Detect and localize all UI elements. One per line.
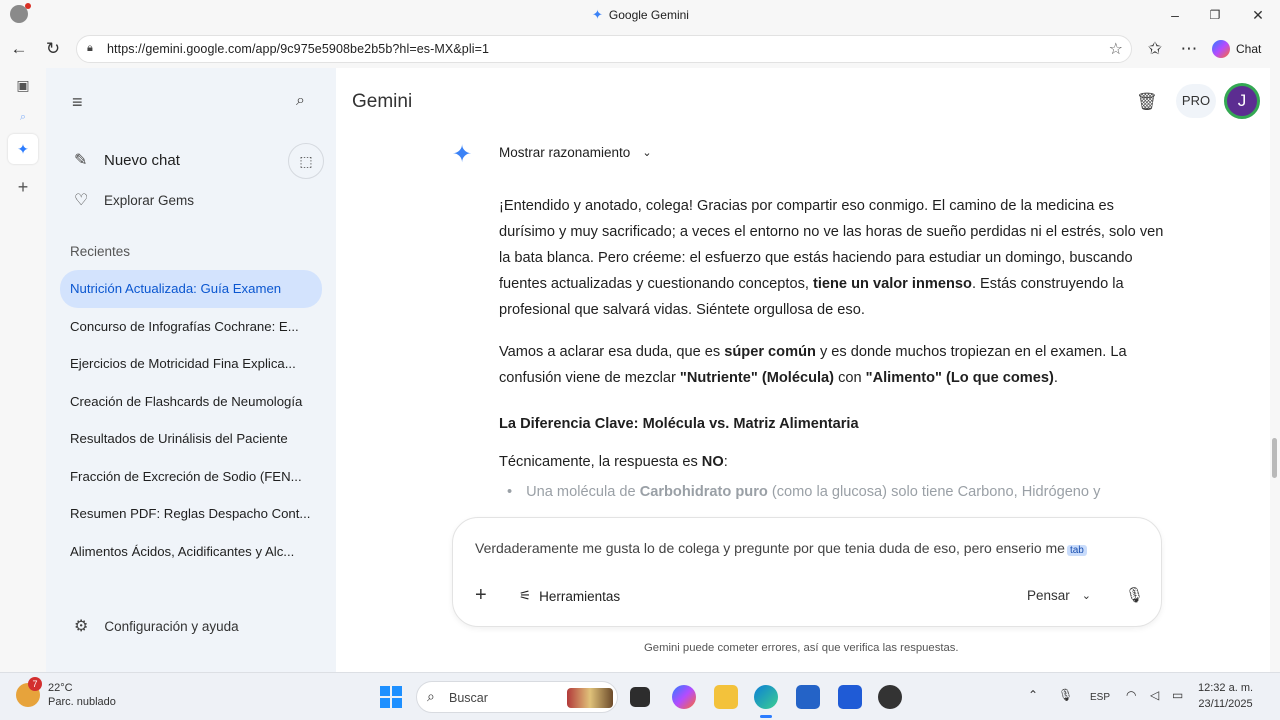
model-response: ¡Entendido y anotado, colega! Gracias po… xyxy=(499,193,1169,505)
active-app-indicator xyxy=(760,715,772,718)
menu-icon[interactable]: ≡ xyxy=(72,92,83,113)
wifi-icon[interactable]: ◠ xyxy=(1126,688,1136,702)
close-icon[interactable]: ✕ xyxy=(1243,4,1273,26)
system-clock[interactable]: 12:32 a. m. 23/11/2025 xyxy=(1198,680,1253,712)
taskbar-search[interactable]: ⌕ Buscar xyxy=(416,681,618,713)
rail-search-icon[interactable]: ⌕ xyxy=(8,102,38,132)
weather-desc: Parc. nublado xyxy=(48,696,116,708)
browser-titlebar: ✦ Google Gemini – ❐ ✕ xyxy=(0,0,1280,30)
rail-gemini-icon[interactable]: ✦ xyxy=(8,134,38,164)
response-heading: La Diferencia Clave: Molécula vs. Matriz… xyxy=(499,416,859,432)
copilot-icon xyxy=(1212,40,1230,58)
chevron-down-icon: ⌄ xyxy=(642,147,652,159)
gemini-favicon-icon: ✦ xyxy=(592,7,603,22)
pro-badge[interactable]: PRO xyxy=(1176,84,1216,118)
favorites-icon[interactable]: ✩ xyxy=(1144,38,1166,60)
address-bar[interactable]: 🔒︎ https://gemini.google.com/app/9c975e5… xyxy=(76,35,1132,63)
recent-heading: Recientes xyxy=(70,244,131,259)
search-icon[interactable]: ⌕ xyxy=(296,92,305,110)
browser-navbar: ← ↻ 🔒︎ https://gemini.google.com/app/9c9… xyxy=(0,30,1280,68)
microphone-icon[interactable]: 🎙︎ xyxy=(1125,586,1144,604)
recent-chat-item[interactable]: Fracción de Excreción de Sodio (FEN... xyxy=(60,458,322,496)
tab-actions-icon[interactable]: ▣ xyxy=(8,70,38,100)
tools-icon: ⚟ xyxy=(519,588,532,603)
edge-sidebar-rail: ▣ ⌕ ✦ + xyxy=(0,68,46,672)
chatgpt-icon[interactable] xyxy=(878,685,902,709)
scroll-thumb[interactable] xyxy=(1272,438,1277,478)
chevron-up-icon[interactable]: ⌃ xyxy=(1028,688,1038,702)
language-indicator[interactable]: ESP xyxy=(1090,692,1110,703)
temporary-chat-icon[interactable]: ⬚ xyxy=(288,143,324,179)
recent-chat-item[interactable]: Ejercicios de Motricidad Fina Explica... xyxy=(60,345,322,383)
gemini-sidebar: ≡ ⌕ ✎ Nuevo chat ⬚ ♡ Explorar Gems Recie… xyxy=(46,68,336,672)
prompt-composer[interactable]: Verdaderamente me gusta lo de colega y p… xyxy=(452,517,1162,627)
mode-select[interactable]: Pensar ⌄ xyxy=(1027,588,1091,603)
url-text[interactable]: https://gemini.google.com/app/9c975e5908… xyxy=(107,42,489,56)
store-icon[interactable] xyxy=(796,685,820,709)
add-file-icon[interactable]: + xyxy=(475,584,487,607)
copilot-chat-button[interactable]: Chat xyxy=(1212,36,1272,62)
back-icon[interactable]: ← xyxy=(8,38,30,60)
response-bullet: • Una molécula de Carbohidrato puro (com… xyxy=(499,479,1169,505)
app-icon[interactable] xyxy=(838,685,862,709)
recent-chat-item[interactable]: Nutrición Actualizada: Guía Examen xyxy=(60,270,322,308)
reload-icon[interactable]: ↻ xyxy=(42,38,64,60)
recent-chats-list: Nutrición Actualizada: Guía Examen Concu… xyxy=(60,270,322,570)
page-scrollbar[interactable] xyxy=(1270,68,1280,672)
response-paragraph: Vamos a aclarar esa duda, que es súper c… xyxy=(499,344,1127,386)
minimize-icon[interactable]: – xyxy=(1160,4,1190,26)
tools-button[interactable]: ⚟ Herramientas xyxy=(519,588,620,604)
avatar[interactable]: J xyxy=(1224,83,1260,119)
gem-sparkle-icon: ♡ xyxy=(74,192,89,209)
tab-title: ✦ Google Gemini xyxy=(592,7,689,22)
battery-icon[interactable]: ▭ xyxy=(1172,688,1183,702)
restore-icon[interactable]: ❐ xyxy=(1200,4,1230,26)
weather-icon: 7 xyxy=(16,677,42,707)
search-highlight-image xyxy=(567,688,613,708)
delete-chat-icon[interactable]: 🗑︎ xyxy=(1136,92,1158,112)
settings-help-button[interactable]: ⚙ Configuración y ayuda xyxy=(74,616,239,636)
new-chat-button[interactable]: ✎ Nuevo chat xyxy=(74,150,180,170)
recent-chat-item[interactable]: Resumen PDF: Reglas Despacho Cont... xyxy=(60,495,322,533)
recent-chat-item[interactable]: Concurso de Infografías Cochrane: E... xyxy=(60,308,322,346)
disclaimer-text: Gemini puede cometer errores, así que ve… xyxy=(644,642,959,654)
start-windows-icon[interactable] xyxy=(380,686,402,708)
autocomplete-tab-hint: tab xyxy=(1066,545,1087,556)
edit-icon: ✎ xyxy=(74,152,88,169)
microphone-tray-icon[interactable]: 🎙︎ xyxy=(1058,688,1073,702)
rail-add-icon[interactable]: + xyxy=(8,172,38,202)
search-icon: ⌕ xyxy=(427,688,435,704)
recent-chat-item[interactable]: Alimentos Ácidos, Acidificantes y Alc... xyxy=(60,533,322,571)
copilot-app-icon[interactable] xyxy=(672,685,696,709)
profile-icon[interactable] xyxy=(10,3,31,23)
response-paragraph: ¡Entendido y anotado, colega! Gracias po… xyxy=(499,198,1164,318)
windows-taskbar: 7 22°C Parc. nublado ⌕ Buscar ⌃ 🎙︎ ESP ◠… xyxy=(0,672,1280,720)
weather-widget[interactable]: 7 22°C Parc. nublado xyxy=(16,677,116,709)
file-explorer-icon[interactable] xyxy=(714,685,738,709)
show-reasoning-toggle[interactable]: Mostrar razonamiento ⌄ xyxy=(499,145,652,160)
favorite-star-icon[interactable]: ☆ xyxy=(1109,39,1123,59)
bullet-icon: • xyxy=(507,484,513,500)
more-menu-icon[interactable]: ⋯ xyxy=(1178,38,1200,60)
gemini-main: Gemini 🗑︎ PRO J ✦ Mostrar razonamiento ⌄… xyxy=(336,68,1270,672)
weather-temp: 22°C xyxy=(48,682,73,694)
volume-icon[interactable]: ◁ xyxy=(1150,688,1159,702)
chevron-down-icon: ⌄ xyxy=(1081,590,1091,602)
edge-browser-icon[interactable] xyxy=(754,685,778,709)
explore-gems-link[interactable]: ♡ Explorar Gems xyxy=(74,190,194,210)
notification-badge: 7 xyxy=(28,677,42,691)
site-info-icon[interactable]: 🔒︎ xyxy=(87,42,101,56)
task-view-icon[interactable] xyxy=(630,687,650,707)
prompt-input[interactable]: Verdaderamente me gusta lo de colega y p… xyxy=(475,540,1087,556)
gear-icon: ⚙ xyxy=(74,618,89,635)
gemini-sparkle-icon: ✦ xyxy=(452,141,473,168)
page-title: Gemini xyxy=(352,91,413,112)
response-paragraph: Técnicamente, la respuesta es NO: xyxy=(499,454,728,470)
recent-chat-item[interactable]: Creación de Flashcards de Neumología xyxy=(60,383,322,421)
recent-chat-item[interactable]: Resultados de Urinálisis del Paciente xyxy=(60,420,322,458)
